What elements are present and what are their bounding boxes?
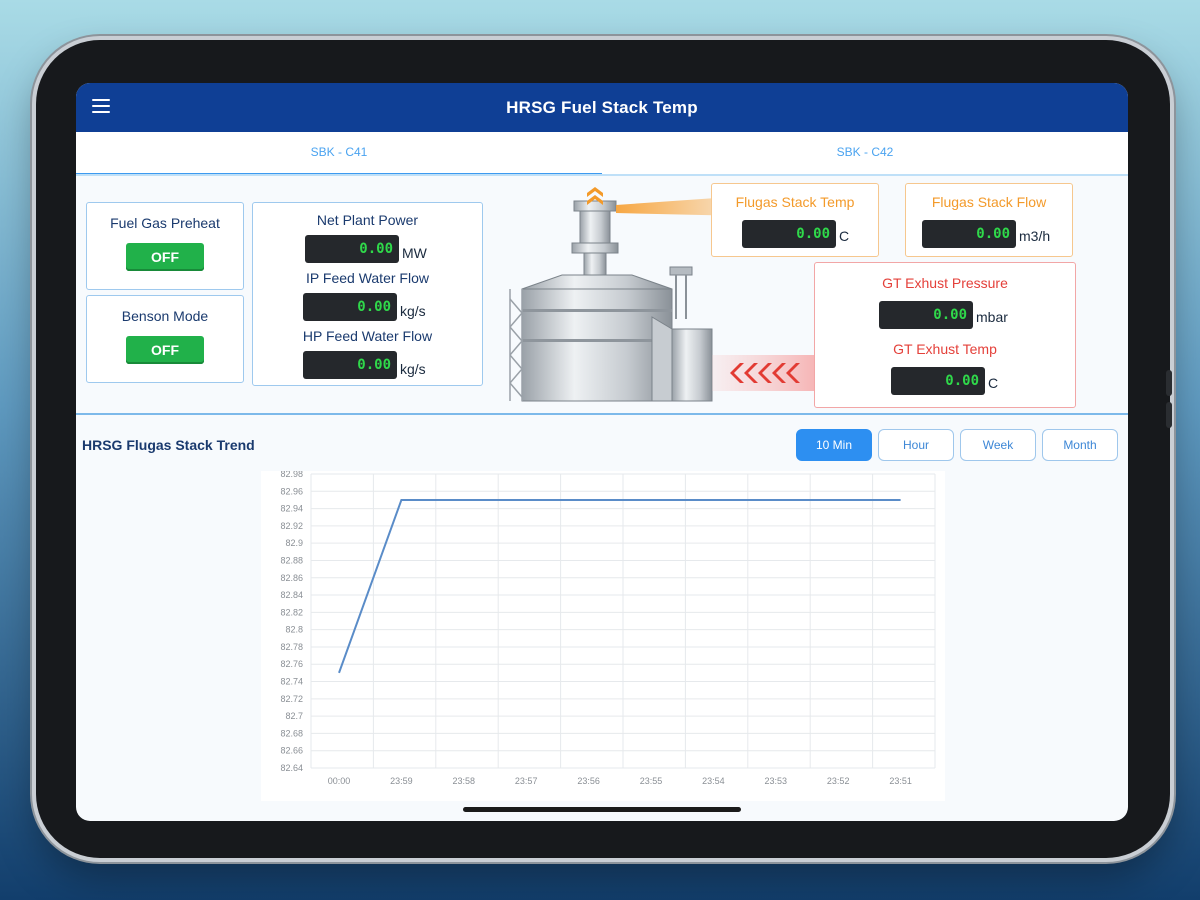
- tab-divider: [76, 174, 1128, 176]
- scaffold: [509, 289, 523, 401]
- exhaust-inlet-beam: [712, 355, 822, 391]
- gt-exhust-pressure-unit: mbar: [976, 309, 1008, 325]
- y-tick-label: 82.72: [280, 694, 303, 704]
- tab-bar: SBK - C41 SBK - C42: [76, 132, 1128, 176]
- flugas-stack-temp-panel: Flugas Stack Temp 0.00 C: [711, 183, 879, 257]
- tab-sbk-c41[interactable]: SBK - C41: [76, 132, 602, 176]
- plant-metrics-panel: Net Plant Power 0.00 MW IP Feed Water Fl…: [252, 202, 483, 386]
- gt-exhust-temp-value: 0.00: [891, 367, 985, 395]
- range-10min-button[interactable]: 10 Min: [796, 429, 872, 461]
- y-tick-label: 82.78: [280, 642, 303, 652]
- gt-exhust-pressure-label: GT Exhust Pressure: [882, 275, 1008, 291]
- tab-sbk-c42[interactable]: SBK - C42: [602, 132, 1128, 176]
- x-tick-label: 23:58: [453, 776, 476, 786]
- page-title: HRSG Fuel Stack Temp: [506, 98, 698, 117]
- y-tick-label: 82.86: [280, 573, 303, 583]
- range-hour-button[interactable]: Hour: [878, 429, 954, 461]
- gt-exhust-temp-label: GT Exhust Temp: [893, 341, 997, 357]
- benson-mode-label: Benson Mode: [121, 308, 209, 324]
- x-tick-label: 23:59: [390, 776, 413, 786]
- net-plant-power-label: Net Plant Power: [316, 212, 419, 228]
- y-tick-label: 82.84: [280, 590, 303, 600]
- volume-down-button: [1166, 402, 1172, 428]
- x-tick-label: 23:54: [702, 776, 725, 786]
- y-tick-label: 82.92: [280, 521, 303, 531]
- net-plant-power-value: 0.00: [305, 235, 399, 263]
- y-tick-label: 82.68: [280, 728, 303, 738]
- fuel-gas-preheat-panel: Fuel Gas Preheat OFF: [86, 202, 244, 290]
- benson-mode-toggle[interactable]: OFF: [126, 336, 204, 364]
- flugas-stack-temp-unit: C: [839, 228, 850, 244]
- gt-exhust-pressure-value: 0.00: [879, 301, 973, 329]
- y-tick-label: 82.96: [280, 486, 303, 496]
- y-tick-label: 82.82: [280, 607, 303, 617]
- y-tick-label: 82.66: [280, 746, 303, 756]
- y-tick-label: 82.7: [285, 711, 303, 721]
- trend-divider: [76, 413, 1128, 415]
- x-tick-label: 23:55: [640, 776, 663, 786]
- range-week-button[interactable]: Week: [960, 429, 1036, 461]
- trend-chart: 82.98 82.96 82.94 82.92 82.9 82.88 82.86 82.84 8…: [280, 469, 936, 786]
- trend-title: HRSG Flugas Stack Trend: [82, 437, 255, 453]
- hp-feed-water-flow-label: HP Feed Water Flow: [302, 328, 433, 344]
- y-tick-label: 82.88: [280, 555, 303, 565]
- gt-exhust-temp-unit: C: [988, 375, 999, 391]
- y-tick-label: 82.94: [280, 504, 303, 514]
- y-tick-label: 82.8: [285, 625, 303, 635]
- y-tick-label: 82.74: [280, 677, 303, 687]
- y-tick-label: 82.98: [280, 471, 303, 479]
- ip-feed-water-flow-label: IP Feed Water Flow: [306, 270, 429, 286]
- flugas-stack-temp-value: 0.00: [742, 220, 836, 248]
- hp-feed-water-flow-value: 0.00: [303, 351, 397, 379]
- x-tick-label: 00:00: [328, 776, 351, 786]
- flugas-stack-flow-value: 0.00: [922, 220, 1016, 248]
- x-tick-label: 23:57: [515, 776, 538, 786]
- home-indicator[interactable]: [463, 807, 741, 812]
- flugas-stack-flow-label: Flugas Stack Flow: [931, 194, 1047, 210]
- hp-feed-water-flow-unit: kg/s: [400, 361, 426, 377]
- y-tick-label: 82.9: [285, 538, 303, 548]
- net-plant-power-unit: MW: [402, 245, 427, 261]
- x-tick-label: 23:53: [765, 776, 788, 786]
- y-tick-label: 82.64: [280, 763, 303, 773]
- trend-chart-container: 82.98 82.96 82.94 82.92 82.9 82.88 82.86 82.84 8…: [261, 469, 945, 801]
- volume-up-button: [1166, 370, 1172, 396]
- ip-feed-water-flow-value: 0.00: [303, 293, 397, 321]
- flugas-stack-flow-panel: Flugas Stack Flow 0.00 m3/h: [905, 183, 1073, 257]
- gt-exhust-panel: GT Exhust Pressure 0.00 mbar GT Exhust T…: [814, 262, 1076, 408]
- app-screen: HRSG Fuel Stack Temp SBK - C41 SBK - C42…: [76, 83, 1128, 821]
- fuel-gas-preheat-toggle[interactable]: OFF: [126, 243, 204, 271]
- flugas-stack-temp-label: Flugas Stack Temp: [735, 194, 855, 210]
- x-tick-label: 23:56: [577, 776, 600, 786]
- y-tick-label: 82.76: [280, 659, 303, 669]
- fuel-gas-preheat-label: Fuel Gas Preheat: [110, 215, 220, 231]
- ip-feed-water-flow-unit: kg/s: [400, 303, 426, 319]
- benson-mode-panel: Benson Mode OFF: [86, 295, 244, 383]
- flugas-stack-flow-unit: m3/h: [1019, 228, 1051, 244]
- stack-tower: [521, 200, 713, 402]
- app-bar: HRSG Fuel Stack Temp: [76, 83, 1128, 132]
- x-tick-label: 23:51: [889, 776, 912, 786]
- range-month-button[interactable]: Month: [1042, 429, 1118, 461]
- x-tick-label: 23:52: [827, 776, 850, 786]
